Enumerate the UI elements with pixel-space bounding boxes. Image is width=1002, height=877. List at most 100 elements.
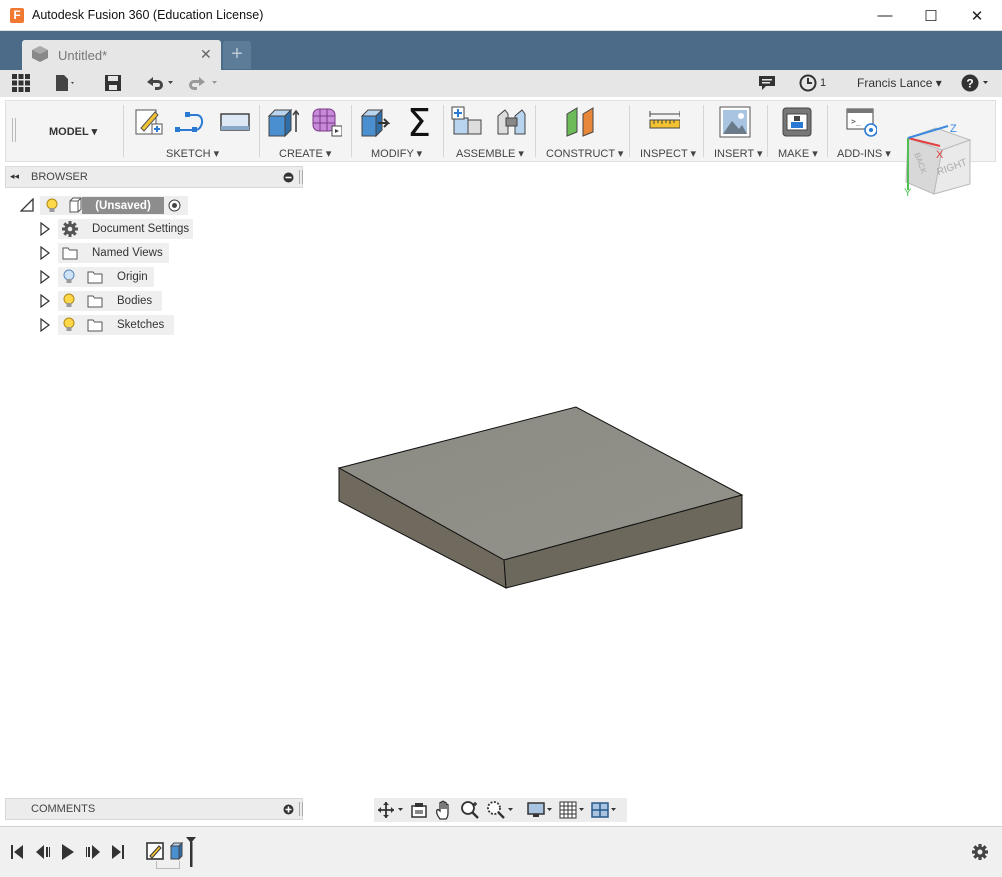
folder-icon <box>87 295 103 308</box>
timeline-marker[interactable] <box>185 836 197 868</box>
modify-menu[interactable]: MODIFY ▾ <box>371 147 422 160</box>
maximize-button[interactable]: ☐ <box>908 0 954 31</box>
ribbon-divider <box>827 105 828 157</box>
orbit-icon[interactable] <box>377 801 405 819</box>
timeline-extrude-feature-icon[interactable] <box>170 842 186 860</box>
root-component-label[interactable]: (Unsaved) <box>82 197 164 214</box>
expand-arrow-icon[interactable] <box>40 270 50 284</box>
notifications-count: 1 <box>820 77 827 89</box>
svg-text:Σ: Σ <box>407 106 431 138</box>
insert-menu[interactable]: INSERT ▾ <box>714 147 763 160</box>
ribbon-divider <box>351 105 352 157</box>
inspect-menu[interactable]: INSPECT ▾ <box>640 147 696 160</box>
3d-box-body[interactable] <box>330 400 750 595</box>
document-cube-icon <box>32 46 48 62</box>
comments-pin-handle[interactable] <box>299 802 303 816</box>
step-back-icon[interactable] <box>35 844 51 860</box>
scripts-addins-icon[interactable]: >_ <box>845 106 877 138</box>
go-to-end-icon[interactable] <box>111 844 125 860</box>
expand-root-icon[interactable] <box>20 198 34 212</box>
new-tab-button[interactable]: + <box>223 41 251 69</box>
visibility-bulb-icon[interactable] <box>63 293 75 308</box>
ribbon-divider <box>767 105 768 157</box>
tab-label: Untitled* <box>58 48 108 63</box>
axis-x-label: X <box>936 149 944 161</box>
ribbon-divider <box>123 105 124 157</box>
activate-radio-icon[interactable] <box>168 199 181 212</box>
svg-text:?: ? <box>966 77 973 91</box>
step-forward-icon[interactable] <box>85 844 101 860</box>
comments-title: COMMENTS <box>31 803 96 815</box>
add-comment-icon[interactable] <box>283 804 294 815</box>
look-at-icon[interactable] <box>410 801 428 819</box>
display-settings-icon[interactable] <box>527 801 555 819</box>
press-pull-icon[interactable] <box>360 106 392 138</box>
go-to-start-icon[interactable] <box>10 844 24 860</box>
clock-icon[interactable] <box>799 74 817 92</box>
extrude-icon[interactable] <box>267 106 299 138</box>
browser-title: BROWSER <box>31 171 88 183</box>
visibility-bulb-icon[interactable] <box>46 198 58 213</box>
window-title: Autodesk Fusion 360 (Education License) <box>32 8 264 22</box>
zoom-window-icon[interactable] <box>486 800 516 820</box>
expand-arrow-icon[interactable] <box>40 294 50 308</box>
expand-arrow-icon[interactable] <box>40 246 50 260</box>
3d-print-icon[interactable] <box>781 106 813 138</box>
tree-item-label: Origin <box>117 271 148 283</box>
timeline-sketch-feature-icon[interactable] <box>146 842 164 860</box>
browser-pin-handle[interactable] <box>299 170 303 184</box>
assemble-menu[interactable]: ASSEMBLE ▾ <box>456 147 524 160</box>
pan-hand-icon[interactable] <box>435 800 453 820</box>
tree-item-label: Named Views <box>92 247 163 259</box>
help-icon[interactable]: ? <box>961 74 991 92</box>
new-component-icon[interactable] <box>451 106 483 138</box>
gear-icon <box>62 221 78 237</box>
zoom-icon[interactable] <box>460 800 480 820</box>
workspace-switcher[interactable]: MODEL ▾ <box>49 125 97 138</box>
tab-untitled[interactable] <box>22 40 221 70</box>
component-icon <box>69 197 82 213</box>
play-icon[interactable] <box>61 843 75 861</box>
create-menu[interactable]: CREATE ▾ <box>279 147 331 160</box>
folder-icon <box>87 271 103 284</box>
collapse-browser-icon[interactable]: ◂◂ <box>10 171 19 182</box>
tab-close-icon[interactable]: ✕ <box>200 46 212 63</box>
axis-y-label: Y <box>904 187 912 199</box>
construct-menu[interactable]: CONSTRUCT ▾ <box>546 147 623 160</box>
ribbon-divider <box>259 105 260 157</box>
ribbon-grip[interactable] <box>12 118 16 142</box>
offset-plane-icon[interactable] <box>563 106 595 138</box>
form-tspline-icon[interactable] <box>310 106 342 138</box>
view-cube[interactable]: RIGHT BACK X Y Z <box>900 120 980 200</box>
create-sketch-icon[interactable] <box>133 106 165 138</box>
redo-icon[interactable] <box>188 75 220 91</box>
job-status-chat-icon[interactable] <box>758 75 776 91</box>
joint-icon[interactable] <box>495 106 527 138</box>
save-icon[interactable] <box>104 74 122 92</box>
grid-snaps-icon[interactable] <box>559 801 587 819</box>
visibility-bulb-icon[interactable] <box>63 317 75 332</box>
rectangle-tool-icon[interactable] <box>218 106 250 138</box>
timeline-settings-gear-icon[interactable] <box>971 843 989 861</box>
ribbon-divider <box>703 105 704 157</box>
data-panel-grid-icon[interactable] <box>12 74 30 92</box>
sum-sigma-icon[interactable]: Σ <box>403 106 435 138</box>
fusion-app-icon: F <box>10 8 24 23</box>
expand-arrow-icon[interactable] <box>40 318 50 332</box>
visibility-bulb-off-icon[interactable] <box>63 269 75 284</box>
browser-minimize-icon[interactable] <box>283 172 294 183</box>
file-menu-icon[interactable] <box>54 74 76 92</box>
make-menu[interactable]: MAKE ▾ <box>778 147 818 160</box>
minimize-button[interactable]: — <box>862 0 908 31</box>
user-account-menu[interactable]: Francis Lance ▾ <box>857 72 942 94</box>
close-button[interactable]: ✕ <box>954 0 1000 31</box>
line-tool-icon[interactable] <box>175 106 207 138</box>
viewports-icon[interactable] <box>591 801 619 819</box>
undo-icon[interactable] <box>144 75 176 91</box>
expand-arrow-icon[interactable] <box>40 222 50 236</box>
tree-item-label: Sketches <box>117 319 165 331</box>
sketch-menu[interactable]: SKETCH ▾ <box>166 147 219 160</box>
addins-menu[interactable]: ADD-INS ▾ <box>837 147 891 160</box>
measure-icon[interactable] <box>648 106 680 138</box>
insert-image-icon[interactable] <box>719 106 751 138</box>
